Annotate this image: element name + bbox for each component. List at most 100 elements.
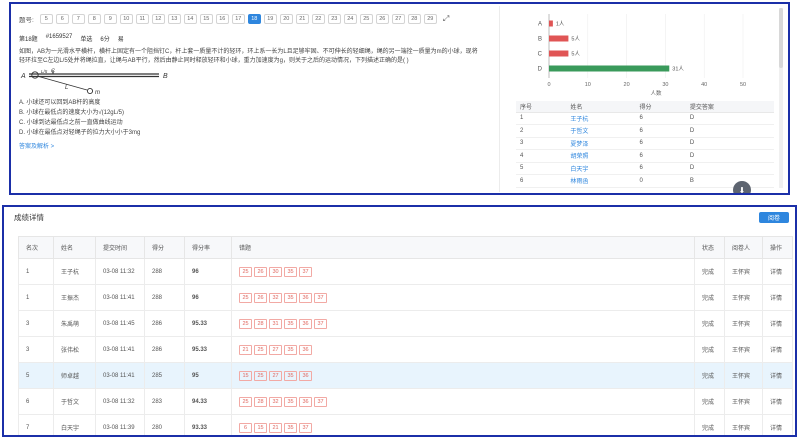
col-score-rate[interactable]: 得分率 (184, 236, 232, 259)
right-scrollbar[interactable] (779, 8, 783, 188)
wrong-question-tag[interactable]: 35 (284, 422, 297, 433)
details-link[interactable]: 详情 (762, 310, 793, 337)
stats-col-name[interactable]: 姓名 (566, 101, 636, 113)
question-nav-item[interactable]: 5 (39, 14, 53, 24)
chart-bar[interactable] (549, 50, 569, 57)
question-nav-item[interactable]: 16 (215, 14, 229, 24)
question-nav-item[interactable]: 15 (199, 14, 213, 24)
review-button[interactable]: 阅卷 (759, 211, 789, 223)
wrong-question-tag[interactable]: 35 (284, 396, 297, 407)
wrong-question-tag[interactable]: 25 (239, 266, 252, 277)
answer-analysis-link[interactable]: 答案及解析 > (19, 141, 489, 150)
wrong-question-tag[interactable]: 35 (284, 318, 297, 329)
wrong-question-tag[interactable]: 25 (254, 370, 267, 381)
stats-student-name[interactable]: 林雨函 (566, 174, 636, 188)
chart-bar[interactable] (549, 35, 569, 42)
wrong-question-tag[interactable]: 30 (269, 266, 282, 277)
option-d: D. 小球在最低点对轻绳子的拉力大小小于3mg (19, 130, 141, 136)
score-cell: 286 (144, 336, 185, 363)
question-nav-item[interactable]: 14 (183, 14, 197, 24)
wrong-question-tag[interactable]: 32 (269, 396, 282, 407)
wrong-question-tag[interactable]: 37 (299, 422, 312, 433)
wrong-question-tag[interactable]: 15 (254, 422, 267, 433)
col-submit-time[interactable]: 提交时间 (95, 236, 145, 259)
question-nav-item[interactable]: 13 (167, 14, 181, 24)
wrong-question-tag[interactable]: 36 (299, 396, 312, 407)
expand-icon[interactable]: ⤢ (443, 14, 449, 24)
wrong-question-tag[interactable]: 36 (299, 370, 312, 381)
question-nav-item[interactable]: 8 (87, 14, 101, 24)
question-nav-item[interactable]: 11 (135, 14, 149, 24)
wrong-question-tag[interactable]: 37 (314, 292, 327, 303)
wrong-question-tag[interactable]: 37 (314, 396, 327, 407)
submit-time-cell: 03-08 11:39 (95, 414, 145, 435)
question-nav-item[interactable]: 22 (311, 14, 325, 24)
question-nav-item[interactable]: 27 (391, 14, 405, 24)
wrong-question-tag[interactable]: 21 (239, 344, 252, 355)
stats-col-score[interactable]: 得分 (635, 101, 686, 113)
wrong-question-tag[interactable]: 25 (239, 396, 252, 407)
question-nav-item[interactable]: 28 (407, 14, 421, 24)
question-nav-item[interactable]: 25 (359, 14, 373, 24)
details-link[interactable]: 详情 (762, 414, 793, 435)
wrong-question-tag[interactable]: 31 (269, 318, 282, 329)
question-nav-item[interactable]: 12 (151, 14, 165, 24)
question-nav-item[interactable]: 7 (71, 14, 85, 24)
question-nav-item[interactable]: 29 (423, 14, 437, 24)
details-link[interactable]: 详情 (762, 284, 793, 311)
wrong-question-tag[interactable]: 36 (299, 318, 312, 329)
wrong-question-tag[interactable]: 37 (299, 266, 312, 277)
scrollbar-thumb[interactable] (779, 8, 783, 68)
wrong-question-tag[interactable]: 21 (269, 422, 282, 433)
details-link[interactable]: 详情 (762, 336, 793, 363)
wrong-question-tag[interactable]: 25 (239, 318, 252, 329)
question-nav-item[interactable]: 23 (327, 14, 341, 24)
question-nav-item[interactable]: 19 (263, 14, 277, 24)
wrong-question-tag[interactable]: 35 (284, 370, 297, 381)
question-nav-item[interactable]: 20 (279, 14, 293, 24)
student-name-cell: 王振杰 (53, 284, 96, 311)
wrong-question-tag[interactable]: 6 (239, 422, 252, 433)
details-link[interactable]: 详情 (762, 258, 793, 285)
wrong-question-tag[interactable]: 36 (299, 292, 312, 303)
details-link[interactable]: 详情 (762, 362, 793, 389)
question-nav-item[interactable]: 18 (247, 14, 261, 24)
wrong-question-tag[interactable]: 35 (284, 266, 297, 277)
wrong-question-tag[interactable]: 26 (254, 266, 267, 277)
chart-bar[interactable] (549, 65, 670, 72)
question-nav-item[interactable]: 17 (231, 14, 245, 24)
question-nav-item[interactable]: 26 (375, 14, 389, 24)
wrong-question-tag[interactable]: 27 (269, 370, 282, 381)
wrong-question-tag[interactable]: 26 (254, 292, 267, 303)
col-score[interactable]: 得分 (144, 236, 185, 259)
details-link[interactable]: 详情 (762, 388, 793, 415)
wrong-question-tag[interactable]: 15 (239, 370, 252, 381)
question-nav-item[interactable]: 21 (295, 14, 309, 24)
wrong-question-tag[interactable]: 35 (284, 344, 297, 355)
wrong-question-tag[interactable]: 32 (269, 292, 282, 303)
scroll-down-icon[interactable]: ⬇ (733, 181, 751, 193)
question-nav-item[interactable]: 9 (103, 14, 117, 24)
stats-student-name[interactable]: 白天宇 (566, 162, 636, 175)
question-nav-item[interactable]: 24 (343, 14, 357, 24)
stats-student-name[interactable]: 于哲文 (566, 124, 636, 138)
stats-student-name[interactable]: 胡荣照 (566, 149, 636, 163)
grade-details-header: 成绩详情 阅卷 (4, 207, 795, 227)
question-nav-item[interactable]: 6 (55, 14, 69, 24)
chart-bar[interactable] (549, 20, 553, 27)
stats-student-name[interactable]: 王子杭 (566, 112, 636, 125)
wrong-question-tag[interactable]: 27 (269, 344, 282, 355)
wrong-question-tag[interactable]: 28 (254, 396, 267, 407)
wrong-question-tag[interactable]: 25 (239, 292, 252, 303)
wrong-question-tag[interactable]: 28 (254, 318, 267, 329)
wrong-question-tag[interactable]: 36 (299, 344, 312, 355)
stats-student-name[interactable]: 夏梦泽 (566, 137, 636, 150)
wrong-question-tag[interactable]: 37 (314, 318, 327, 329)
stats-index: 4 (516, 149, 567, 163)
question-nav-item[interactable]: 10 (119, 14, 133, 24)
wrong-question-tag[interactable]: 35 (284, 292, 297, 303)
question-nav-label: 题号: (19, 17, 34, 24)
col-rank[interactable]: 名次 (18, 236, 54, 259)
stats-col-answer[interactable]: 提交答案 (685, 101, 774, 113)
wrong-question-tag[interactable]: 25 (254, 344, 267, 355)
